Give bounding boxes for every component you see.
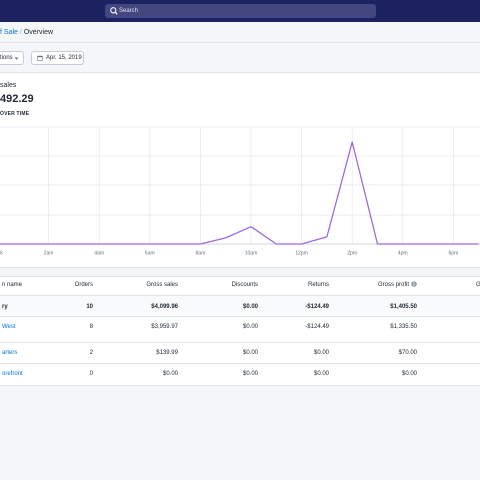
date-button-label: Apr. 15, 2019 <box>46 55 82 61</box>
breadcrumb-separator: / <box>19 29 22 36</box>
chart-tick-label: 8am <box>196 251 206 257</box>
date-picker-button[interactable]: Apr. 15, 2019 <box>31 51 84 65</box>
row-orders: 8 <box>89 324 93 330</box>
row-divider <box>0 342 480 343</box>
header-discounts[interactable]: Discounts <box>232 281 258 289</box>
location-link[interactable]: arters <box>2 349 17 357</box>
total-returns: -$124.49 <box>305 304 329 310</box>
chart-tick-label: 6am <box>145 251 155 257</box>
chart-heading: OVER TIME <box>0 111 30 117</box>
locations-button-label: tions <box>0 55 13 61</box>
location-link[interactable]: orefront <box>2 370 23 378</box>
chart-tick-label: 10am <box>245 251 258 257</box>
search-input[interactable]: Search <box>119 6 138 16</box>
row-gross-sales: $139.99 <box>156 350 178 356</box>
row-gross-profit: $70.00 <box>398 350 417 356</box>
chart-tick-label: 6pm <box>449 251 459 257</box>
breadcrumb-current: Overview <box>23 29 54 36</box>
row-returns: $0.00 <box>313 371 329 377</box>
chart-tick-label: 12pm <box>295 251 308 257</box>
sales-card-title: sales <box>0 82 17 89</box>
row-discounts: $0.00 <box>242 324 258 330</box>
header-gross-sales[interactable]: Gross sales <box>146 281 178 289</box>
total-gross-profit: $1,405.50 <box>390 304 417 310</box>
total-gross-sales: $4,099.96 <box>151 304 178 310</box>
search-bar[interactable]: Search <box>105 4 376 18</box>
chart-tick-label: 4am <box>94 251 104 257</box>
row-gross-sales: $3,959.97 <box>151 324 178 330</box>
chart-tick-label: 2pm <box>347 251 357 257</box>
header-gross-profit-label: Gross profit <box>377 282 409 288</box>
header-gross-profit[interactable]: Gross profit <box>378 281 417 289</box>
calendar-icon <box>37 55 43 61</box>
row-divider <box>0 363 480 364</box>
sales-over-time-chart: 6 2am 4am 6am 8am 10am 12pm 2pm 4pm 6pm <box>0 126 480 257</box>
total-label: ry <box>2 304 8 310</box>
chart-tick-label: 6 <box>0 251 3 257</box>
breadcrumb: f Sale / Overview <box>0 28 53 37</box>
row-gross-sales: $0.00 <box>162 371 178 377</box>
total-discounts: $0.00 <box>242 304 258 310</box>
row-orders: 2 <box>89 350 93 356</box>
row-discounts: $0.00 <box>242 350 258 356</box>
header-location-name[interactable]: n name <box>2 281 22 289</box>
chart-tick-label: 2am <box>44 251 54 257</box>
row-returns: $0.00 <box>313 350 329 356</box>
caret-down-icon <box>14 57 19 60</box>
chart-tick-label: 4pm <box>398 251 408 257</box>
breadcrumb-parent-link[interactable]: f Sale <box>0 29 18 36</box>
row-returns: -$124.49 <box>305 324 329 330</box>
info-icon[interactable] <box>411 281 417 287</box>
chart-series-line <box>0 141 479 245</box>
header-divider <box>0 42 480 43</box>
total-orders: 10 <box>86 304 93 310</box>
locations-dropdown-button[interactable]: tions <box>0 51 24 65</box>
search-icon <box>110 7 118 15</box>
top-bar: Search <box>0 0 480 22</box>
sales-total: 492.29 <box>0 93 34 105</box>
row-gross-profit: $1,335.50 <box>390 324 417 330</box>
row-discounts: $0.00 <box>242 371 258 377</box>
header-orders[interactable]: Orders <box>75 281 93 289</box>
header-returns[interactable]: Returns <box>308 281 329 289</box>
location-link[interactable]: West <box>2 323 16 331</box>
row-orders: 0 <box>89 371 93 377</box>
row-gross-profit: $0.00 <box>401 371 417 377</box>
header-truncated[interactable]: G <box>476 281 480 289</box>
